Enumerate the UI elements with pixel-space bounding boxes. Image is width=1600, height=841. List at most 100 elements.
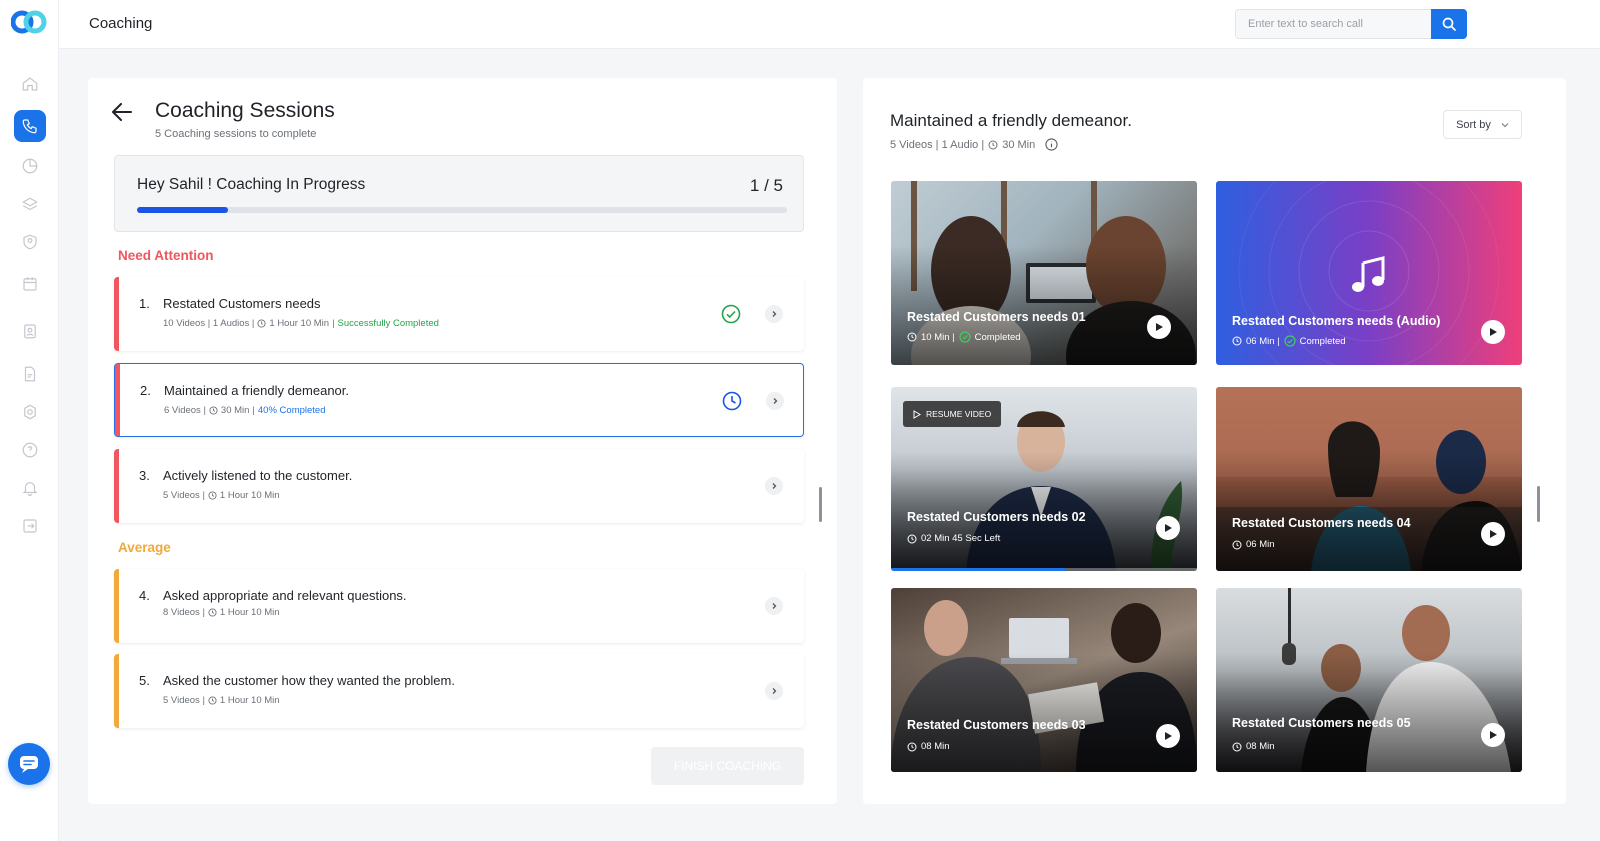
settings-icon <box>24 404 36 420</box>
open-session-button[interactable] <box>765 682 783 700</box>
sidebar-item-notifications[interactable] <box>14 472 46 504</box>
top-bar: Coaching <box>59 0 1600 49</box>
card-meta: 08 Min <box>1232 741 1275 752</box>
clock-icon <box>907 534 917 543</box>
sidebar-item-team[interactable] <box>14 226 46 258</box>
chevron-down-icon <box>1501 122 1509 127</box>
play-button[interactable] <box>1156 516 1180 540</box>
info-icon[interactable] <box>1045 138 1058 151</box>
play-button[interactable] <box>1481 320 1505 344</box>
video-card[interactable]: Restated Customers needs 03 08 Min <box>891 588 1197 772</box>
card-title: Restated Customers needs 01 <box>907 310 1086 324</box>
clock-icon <box>208 491 217 500</box>
session-number: 1. <box>139 296 150 311</box>
play-button[interactable] <box>1156 724 1180 748</box>
clock-icon <box>1232 336 1242 346</box>
search-input[interactable] <box>1235 9 1431 39</box>
video-card[interactable]: Restated Customers needs 01 10 Min | Com… <box>891 181 1197 365</box>
play-button[interactable] <box>1481 723 1505 747</box>
detail-title: Maintained a friendly demeanor. <box>890 111 1132 130</box>
search-button[interactable] <box>1431 9 1467 39</box>
session-title: Actively listened to the customer. <box>163 468 353 483</box>
play-button[interactable] <box>1481 522 1505 546</box>
search-icon <box>1442 17 1456 31</box>
session-meta: 5 Videos | 1 Hour 10 Min <box>163 490 280 501</box>
session-counts: 10 Videos | 1 Audios | <box>163 318 255 329</box>
sidebar-item-reports[interactable] <box>14 358 46 390</box>
attention-bar <box>115 364 120 436</box>
video-progress-bar[interactable] <box>891 568 1197 571</box>
sidebar-item-schedule[interactable] <box>14 268 46 300</box>
finish-coaching-button[interactable]: FINISH COACHING <box>651 747 804 785</box>
card-title: Restated Customers needs (Audio) <box>1232 314 1441 328</box>
sidebar-item-logout[interactable] <box>14 510 46 542</box>
sessions-title: Coaching Sessions <box>155 99 335 122</box>
resume-video-badge[interactable]: RESUME VIDEO <box>903 401 1002 427</box>
open-session-button[interactable] <box>765 477 783 495</box>
home-icon <box>22 77 38 91</box>
sidebar-item-calls[interactable] <box>14 110 46 142</box>
chevron-right-icon <box>772 603 777 609</box>
calendar-icon <box>23 277 37 291</box>
detail-counts: 5 Videos | 1 Audio | <box>890 138 985 151</box>
app-logo[interactable] <box>11 10 47 34</box>
pie-chart-icon <box>22 158 38 174</box>
card-meta: 10 Min | Completed <box>907 331 1021 343</box>
card-meta: 08 Min <box>907 741 950 752</box>
card-duration: 10 Min | <box>921 331 955 343</box>
session-item-selected[interactable]: 2. Maintained a friendly demeanor. 6 Vid… <box>114 363 804 437</box>
session-number: 4. <box>139 588 150 603</box>
play-button[interactable] <box>1147 315 1171 339</box>
sidebar-item-profile[interactable] <box>14 315 46 347</box>
progress-bar <box>137 207 787 213</box>
video-card[interactable]: RESUME VIDEO Restated Customers needs 02… <box>891 387 1197 571</box>
session-item[interactable]: 1. Restated Customers needs 10 Videos | … <box>114 277 804 351</box>
session-item[interactable]: 4. Asked appropriate and relevant questi… <box>114 569 804 643</box>
list-scrollbar[interactable] <box>819 487 822 522</box>
session-counts: 6 Videos | <box>164 405 206 416</box>
sidebar-item-library[interactable] <box>14 189 46 221</box>
card-duration: 06 Min <box>1246 539 1275 550</box>
play-icon <box>1489 530 1497 538</box>
sidebar-item-settings[interactable] <box>14 396 46 428</box>
sidebar-item-home[interactable] <box>14 68 46 100</box>
video-card[interactable]: Restated Customers needs 05 08 Min <box>1216 588 1522 772</box>
clock-icon <box>208 696 217 705</box>
back-arrow-icon[interactable] <box>112 103 132 121</box>
open-session-button[interactable] <box>765 305 783 323</box>
open-session-button[interactable] <box>765 597 783 615</box>
page-title: Coaching <box>89 15 153 32</box>
sidebar-item-analytics[interactable] <box>14 150 46 182</box>
progress-text: Hey Sahil ! Coaching In Progress <box>137 176 366 193</box>
session-item[interactable]: 5. Asked the customer how they wanted th… <box>114 654 804 728</box>
bell-icon <box>22 482 38 497</box>
resume-label: RESUME VIDEO <box>926 409 992 419</box>
video-card[interactable]: Restated Customers needs 04 06 Min <box>1216 387 1522 571</box>
audio-card[interactable]: Restated Customers needs (Audio) 06 Min … <box>1216 181 1522 365</box>
clock-icon <box>907 742 917 751</box>
detail-scrollbar[interactable] <box>1537 486 1540 522</box>
clock-icon <box>257 319 266 328</box>
chevron-right-icon <box>772 311 777 317</box>
sort-label: Sort by <box>1456 118 1491 131</box>
session-status: 40% Completed <box>257 405 326 416</box>
open-session-button[interactable] <box>766 392 784 410</box>
session-duration: 1 Hour 10 Min <box>219 695 280 706</box>
session-meta: 5 Videos | 1 Hour 10 Min <box>163 695 280 706</box>
session-counts: 5 Videos | <box>163 695 205 706</box>
session-item[interactable]: 3. Actively listened to the customer. 5 … <box>114 449 804 523</box>
check-circle-icon <box>959 331 971 343</box>
play-icon <box>1155 323 1163 331</box>
clock-status-icon <box>722 391 742 411</box>
sort-dropdown[interactable]: Sort by <box>1443 110 1522 139</box>
document-icon <box>24 366 36 382</box>
card-duration: 08 Min <box>921 741 950 752</box>
check-circle-icon <box>721 304 741 324</box>
id-card-icon <box>24 324 36 339</box>
play-icon <box>1164 524 1172 532</box>
section-average: Average <box>118 540 171 555</box>
sidebar-item-help[interactable] <box>14 434 46 466</box>
card-title: Restated Customers needs 02 <box>907 510 1086 524</box>
session-status: Successfully Completed <box>337 318 439 329</box>
chat-button[interactable] <box>8 743 50 785</box>
